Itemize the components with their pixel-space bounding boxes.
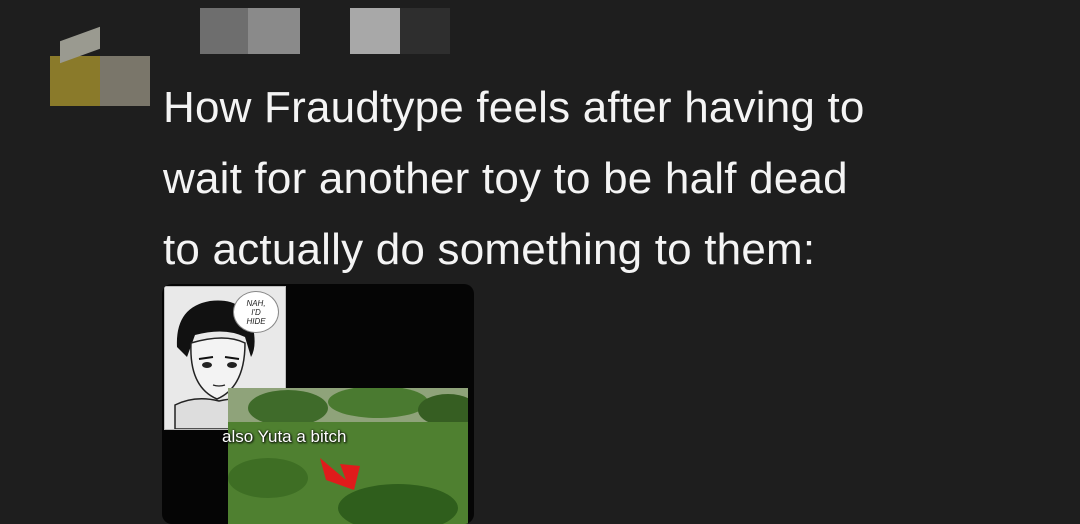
speech-bubble: NAH, I'D HIDE <box>233 291 279 333</box>
video-caption: also Yuta a bitch <box>222 427 347 446</box>
image-attachment[interactable]: NAH, I'D HIDE also Yuta a bitch <box>162 284 474 524</box>
message-text: How Fraudtype feels after having to wait… <box>163 83 865 274</box>
game-screenshot <box>228 388 468 524</box>
avatar[interactable] <box>50 26 150 106</box>
username-redacted[interactable] <box>200 8 450 54</box>
